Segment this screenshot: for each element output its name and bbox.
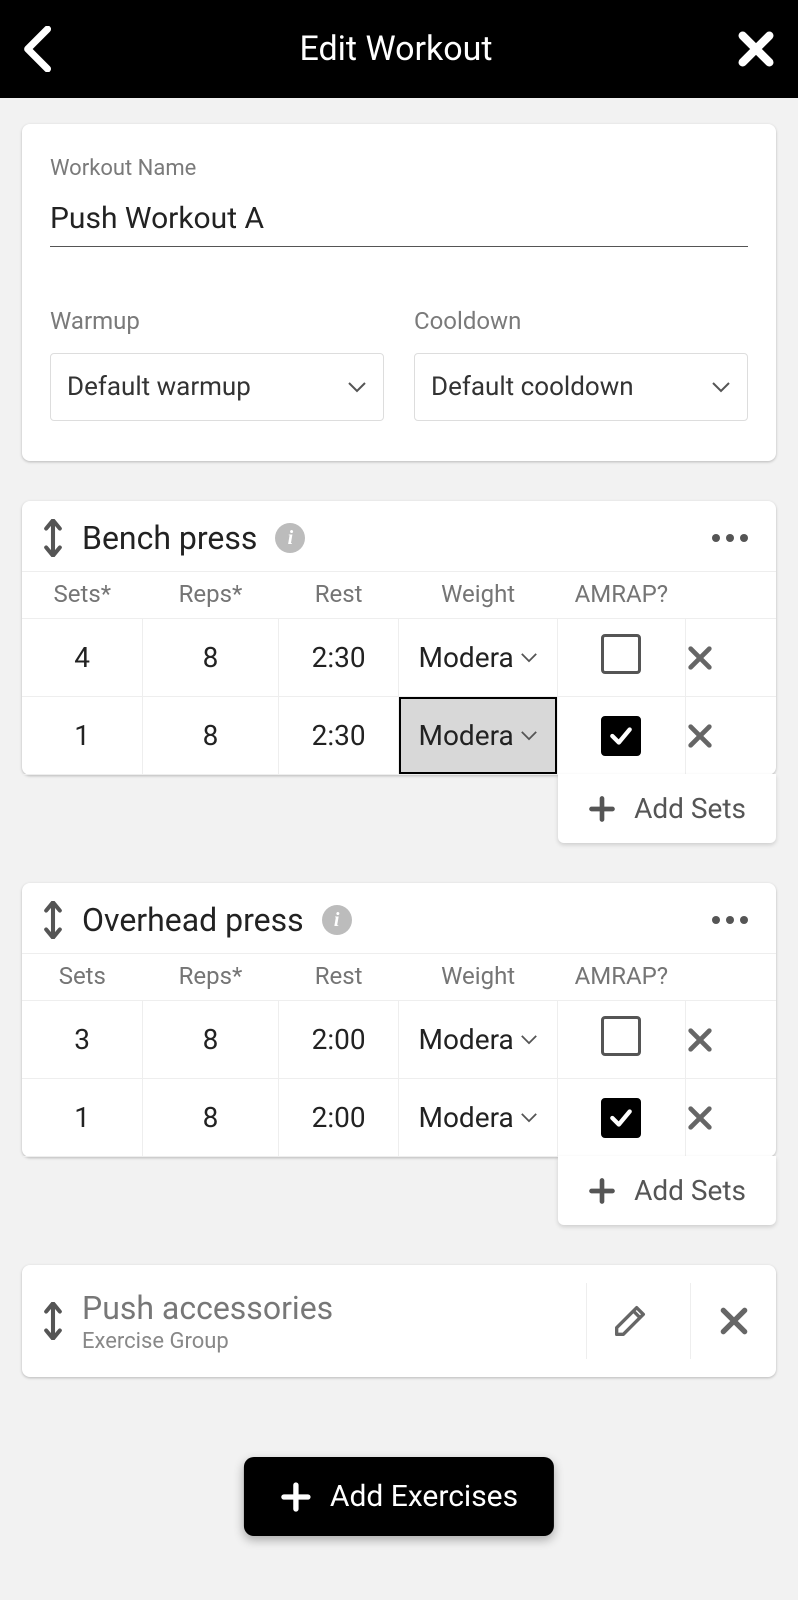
col-reps: Reps* (143, 572, 279, 619)
weight-cell[interactable]: Modera (399, 697, 557, 775)
set-row: 182:30Modera (22, 697, 776, 775)
col-rest: Rest (278, 572, 399, 619)
amrap-checkbox[interactable] (601, 1016, 641, 1056)
sets-cell[interactable]: 1 (22, 697, 143, 775)
delete-set-button[interactable] (685, 1001, 776, 1079)
sets-table: SetsReps*RestWeightAMRAP?382:00Modera182… (22, 953, 776, 1157)
set-row: 182:00Modera (22, 1079, 776, 1157)
set-row: 482:30Modera (22, 619, 776, 697)
workout-name-label: Workout Name (50, 156, 748, 181)
amrap-checkbox[interactable] (601, 1098, 641, 1138)
edit-group-button[interactable] (586, 1283, 672, 1359)
amrap-cell[interactable] (557, 697, 685, 775)
col-rest: Rest (278, 954, 399, 1001)
info-icon[interactable]: i (322, 905, 352, 935)
reps-cell[interactable]: 8 (143, 1079, 279, 1157)
amrap-checkbox[interactable] (601, 634, 641, 674)
drag-handle-icon[interactable] (42, 519, 64, 557)
set-row: 382:00Modera (22, 1001, 776, 1079)
warmup-label: Warmup (50, 307, 384, 335)
rest-cell[interactable]: 2:30 (278, 697, 399, 775)
delete-set-button[interactable] (685, 619, 776, 697)
delete-group-button[interactable] (690, 1283, 776, 1359)
plus-icon (588, 795, 616, 823)
rest-cell[interactable]: 2:00 (278, 1079, 399, 1157)
reps-cell[interactable]: 8 (143, 697, 279, 775)
add-sets-label: Add Sets (634, 792, 746, 825)
more-menu-button[interactable] (704, 908, 756, 932)
info-icon[interactable]: i (275, 523, 305, 553)
workout-name-input[interactable] (50, 195, 748, 247)
chevron-down-icon (711, 381, 731, 393)
edit-icon (610, 1301, 650, 1341)
weight-cell[interactable]: Modera (399, 619, 557, 697)
amrap-checkbox[interactable] (601, 716, 641, 756)
delete-set-button[interactable] (685, 1079, 776, 1157)
col-weight: Weight (399, 572, 557, 619)
col-sets: Sets (22, 954, 143, 1001)
add-exercises-label: Add Exercises (330, 1479, 518, 1514)
add-sets-button[interactable]: Add Sets (558, 1156, 776, 1225)
exercise-title: Bench press (82, 519, 257, 557)
add-exercises-button[interactable]: Add Exercises (244, 1457, 554, 1536)
page-title: Edit Workout (299, 29, 492, 69)
group-title: Push accessories (82, 1289, 568, 1327)
close-button[interactable] (736, 29, 776, 69)
col-sets: Sets* (22, 572, 143, 619)
workout-config-card: Workout Name Warmup Default warmup Coold… (22, 124, 776, 461)
cooldown-value: Default cooldown (431, 372, 634, 402)
exercise-title: Overhead press (82, 901, 304, 939)
cooldown-label: Cooldown (414, 307, 748, 335)
sets-table: Sets*Reps*RestWeightAMRAP?482:30Modera18… (22, 571, 776, 775)
amrap-cell[interactable] (557, 1001, 685, 1079)
col-amrap: AMRAP? (557, 572, 685, 619)
rest-cell[interactable]: 2:30 (278, 619, 399, 697)
weight-cell[interactable]: Modera (399, 1001, 557, 1079)
delete-set-button[interactable] (685, 697, 776, 775)
drag-handle-icon[interactable] (42, 901, 64, 939)
drag-handle-icon[interactable] (42, 1302, 64, 1340)
back-button[interactable] (22, 26, 56, 72)
warmup-dropdown[interactable]: Default warmup (50, 353, 384, 421)
sets-cell[interactable]: 3 (22, 1001, 143, 1079)
group-subtitle: Exercise Group (82, 1329, 568, 1354)
chevron-down-icon (520, 730, 538, 741)
col-amrap: AMRAP? (557, 954, 685, 1001)
chevron-down-icon (520, 1112, 538, 1123)
chevron-down-icon (520, 1034, 538, 1045)
app-header: Edit Workout (0, 0, 798, 98)
exercise-card: Overhead press i SetsReps*RestWeightAMRAP?… (22, 883, 776, 1157)
sets-cell[interactable]: 4 (22, 619, 143, 697)
more-menu-button[interactable] (704, 526, 756, 550)
plus-icon (588, 1177, 616, 1205)
weight-cell[interactable]: Modera (399, 1079, 557, 1157)
amrap-cell[interactable] (557, 1079, 685, 1157)
reps-cell[interactable]: 8 (143, 1001, 279, 1079)
amrap-cell[interactable] (557, 619, 685, 697)
chevron-down-icon (520, 652, 538, 663)
warmup-value: Default warmup (67, 372, 251, 402)
col-weight: Weight (399, 954, 557, 1001)
add-sets-label: Add Sets (634, 1174, 746, 1207)
col-reps: Reps* (143, 954, 279, 1001)
plus-icon (280, 1481, 312, 1513)
rest-cell[interactable]: 2:00 (278, 1001, 399, 1079)
exercise-group-card: Push accessories Exercise Group (22, 1265, 776, 1377)
reps-cell[interactable]: 8 (143, 619, 279, 697)
exercise-card: Bench pressiSets*Reps*RestWeightAMRAP?48… (22, 501, 776, 775)
close-icon (718, 1305, 750, 1337)
cooldown-dropdown[interactable]: Default cooldown (414, 353, 748, 421)
chevron-down-icon (347, 381, 367, 393)
add-sets-button[interactable]: Add Sets (558, 774, 776, 843)
sets-cell[interactable]: 1 (22, 1079, 143, 1157)
